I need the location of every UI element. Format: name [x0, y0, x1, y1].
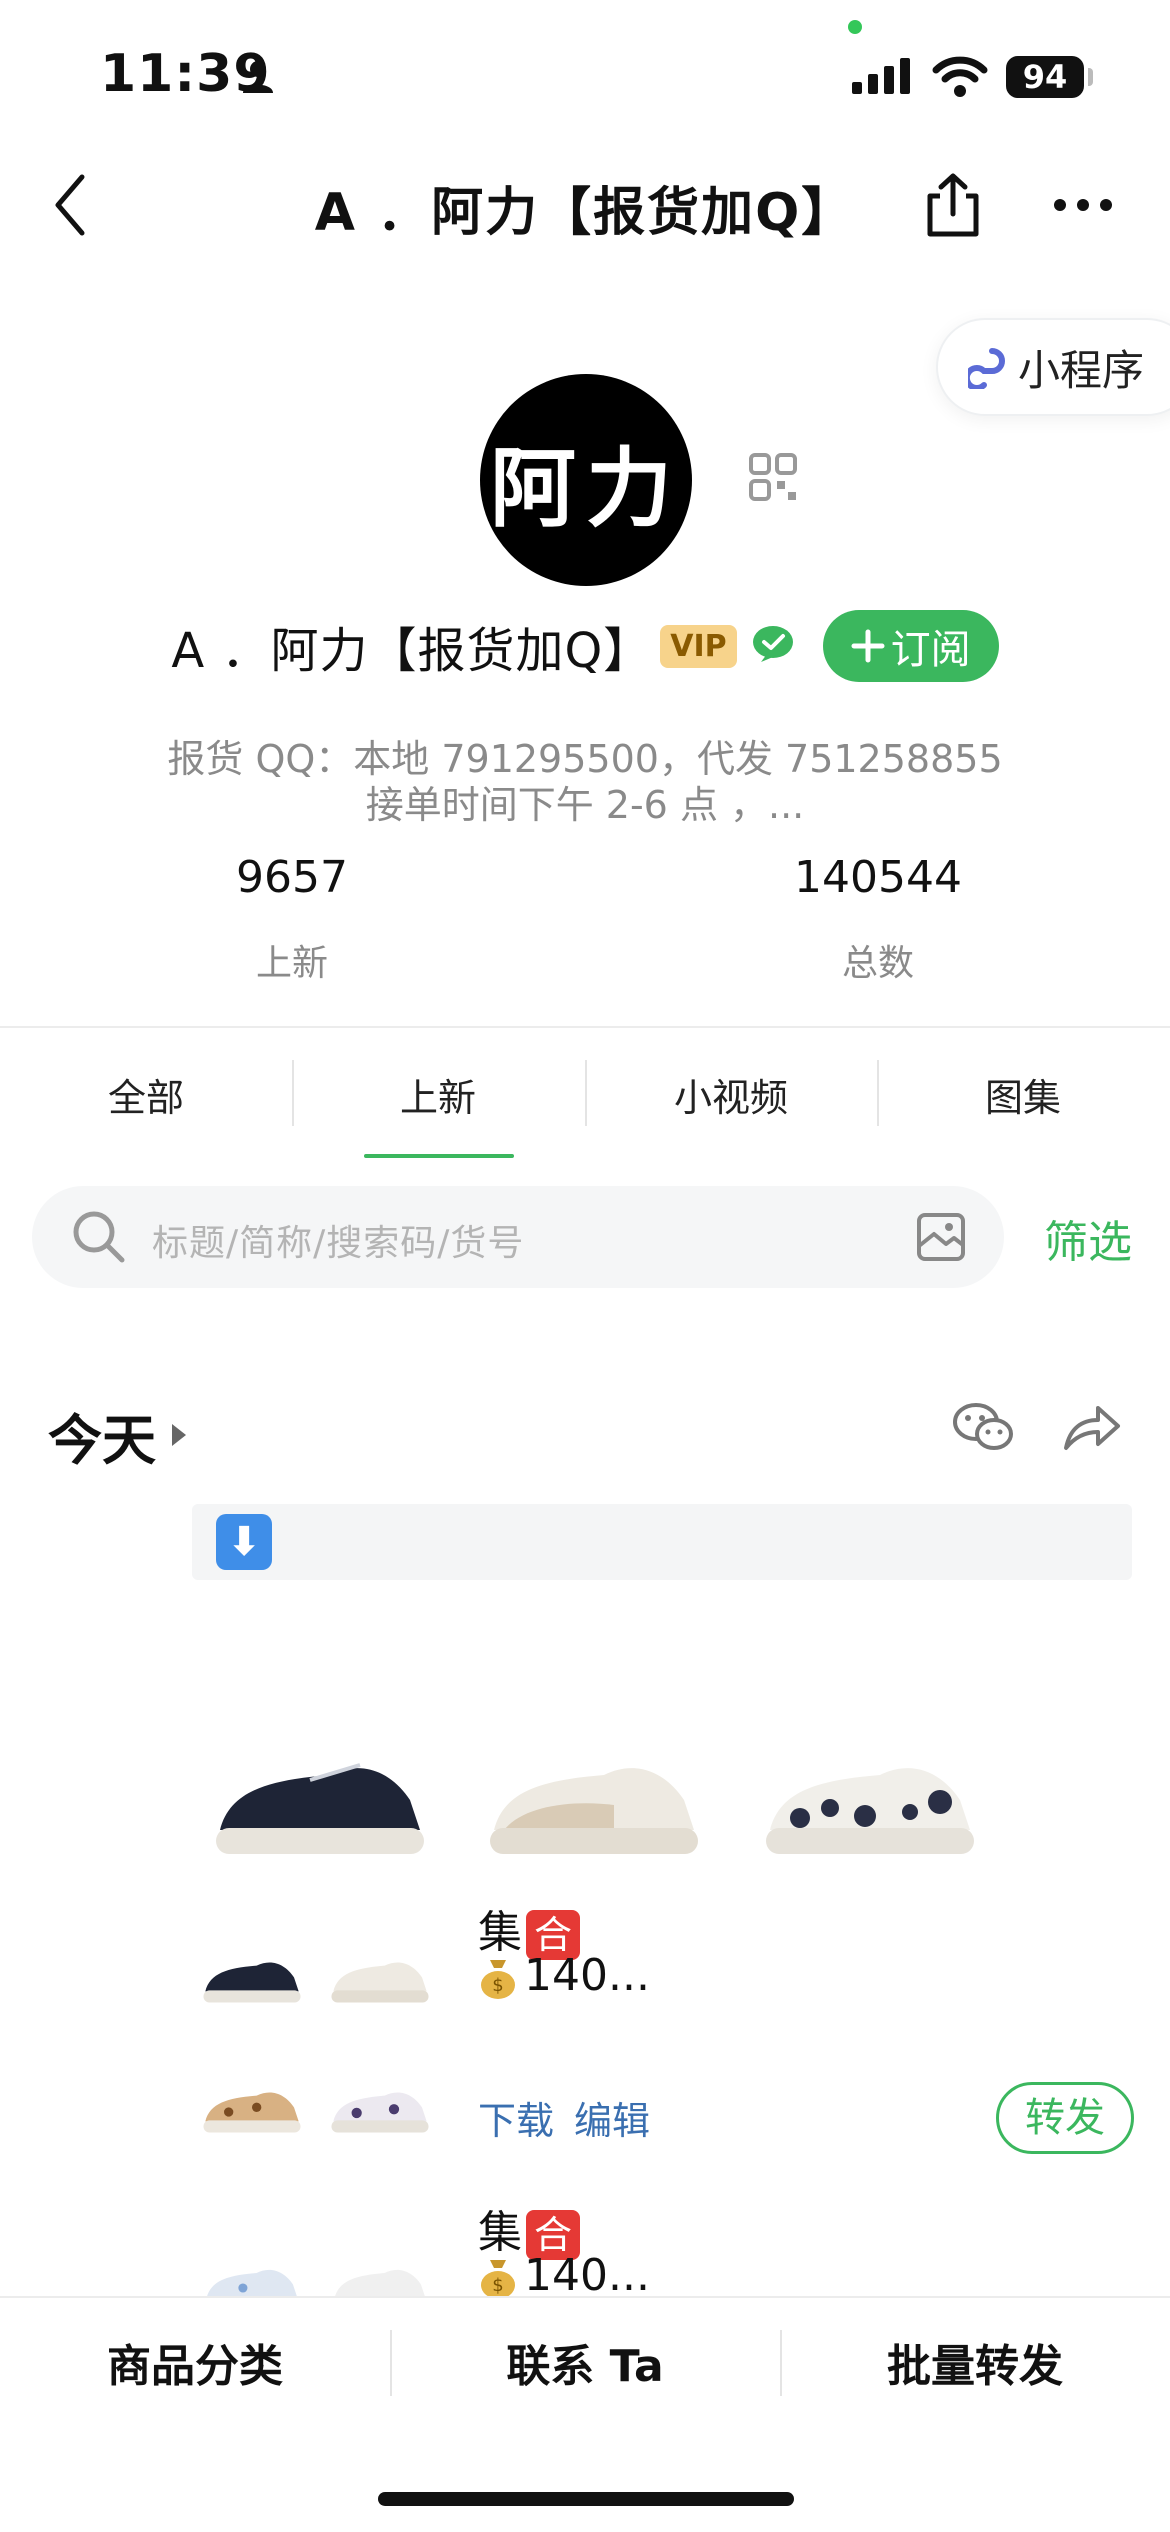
- post-price: $ 140...: [478, 1950, 650, 2001]
- download-link[interactable]: 下载: [478, 2090, 554, 2145]
- shoe-thumb-black[interactable]: [200, 1940, 304, 2010]
- tab-album[interactable]: 图集: [877, 1058, 1169, 1138]
- tab-all[interactable]: 全部: [0, 1058, 292, 1138]
- shoe-thumb-blue[interactable]: [200, 2248, 304, 2298]
- profile-description-line2[interactable]: 接单时间下午 2-6 点 ，...: [0, 774, 1170, 829]
- section-title-today[interactable]: 今天: [48, 1396, 156, 1475]
- money-bag-icon: $: [481, 1960, 515, 1999]
- page-title: A ．阿力【报货加Q】: [314, 183, 856, 243]
- down-arrow-icon: ⬇: [216, 1514, 272, 1570]
- forward-button[interactable]: 转发: [996, 2082, 1134, 2154]
- caret-right-icon: [172, 1424, 186, 1446]
- person-icon: [240, 58, 276, 94]
- battery-indicator: 94: [1006, 56, 1084, 98]
- tab-new[interactable]: 上新: [292, 1058, 584, 1138]
- share-button[interactable]: [920, 170, 986, 240]
- stat-total-label: 总数: [841, 943, 914, 984]
- wifi-icon: [932, 54, 988, 98]
- money-bag-icon: $: [481, 2260, 515, 2299]
- filter-button[interactable]: 筛选: [1044, 1206, 1132, 1270]
- more-button[interactable]: [1050, 180, 1116, 230]
- edit-link[interactable]: 编辑: [574, 2090, 650, 2145]
- shoe-thumb-white[interactable]: [328, 2248, 432, 2298]
- search-input[interactable]: 标题/简称/搜索码/货号: [152, 1214, 524, 1266]
- shoe-image-floral[interactable]: [760, 1720, 980, 1870]
- home-indicator[interactable]: [378, 2492, 794, 2506]
- more-icon: [1054, 199, 1112, 211]
- product-category-button[interactable]: 商品分类: [0, 2330, 390, 2394]
- stat-new-value: 9657: [236, 852, 348, 903]
- qr-code-icon[interactable]: [748, 452, 798, 502]
- avatar[interactable]: 阿力: [480, 374, 692, 586]
- wechat-verified-icon: [751, 624, 795, 668]
- subscribe-label: 订阅: [890, 627, 971, 673]
- svg-text:$: $: [492, 2275, 503, 2296]
- post-banner: [192, 1504, 1132, 1580]
- stat-new-label: 上新: [255, 943, 328, 984]
- svg-text:$: $: [492, 1975, 503, 1996]
- mini-program-label: 小程序: [1018, 345, 1145, 395]
- batch-forward-button[interactable]: 批量转发: [780, 2330, 1170, 2394]
- section-divider: [0, 1026, 1170, 1028]
- shoe-image-black[interactable]: [210, 1720, 430, 1870]
- battery-cap: [1088, 68, 1093, 86]
- vip-badge: VIP: [660, 624, 737, 668]
- share-icon: [927, 173, 979, 237]
- search-icon: [70, 1208, 126, 1264]
- shoe-thumb-cream[interactable]: [328, 1940, 432, 2010]
- mini-program-button[interactable]: 小程序: [936, 318, 1170, 416]
- forward-arrow-icon[interactable]: [1062, 1402, 1122, 1454]
- account-row: A ．阿力【报货加Q】 VIP 订阅: [0, 606, 1170, 686]
- contact-button[interactable]: 联系 Ta: [390, 2330, 780, 2394]
- privacy-indicator: [848, 20, 862, 34]
- tab-short-video[interactable]: 小视频: [585, 1058, 877, 1138]
- image-search-icon[interactable]: [916, 1212, 966, 1262]
- post-price: $ 140...: [478, 2250, 650, 2301]
- wechat-share-icon[interactable]: [952, 1400, 1014, 1456]
- post-price-text: 140...: [524, 1950, 650, 2001]
- plus-icon: [851, 629, 885, 663]
- signal-icon: [852, 56, 912, 96]
- stat-total-value: 140544: [794, 852, 962, 903]
- account-name: A ．阿力【报货加Q】: [171, 623, 653, 679]
- post-price-text: 140...: [524, 2250, 650, 2301]
- link-icon: [968, 348, 1005, 389]
- active-tab-indicator: [364, 1154, 514, 1158]
- shoe-thumb-leopard[interactable]: [200, 2070, 304, 2140]
- subscribe-button[interactable]: 订阅: [822, 610, 999, 682]
- shoe-image-cream[interactable]: [484, 1720, 704, 1870]
- shoe-thumb-purple[interactable]: [328, 2070, 432, 2140]
